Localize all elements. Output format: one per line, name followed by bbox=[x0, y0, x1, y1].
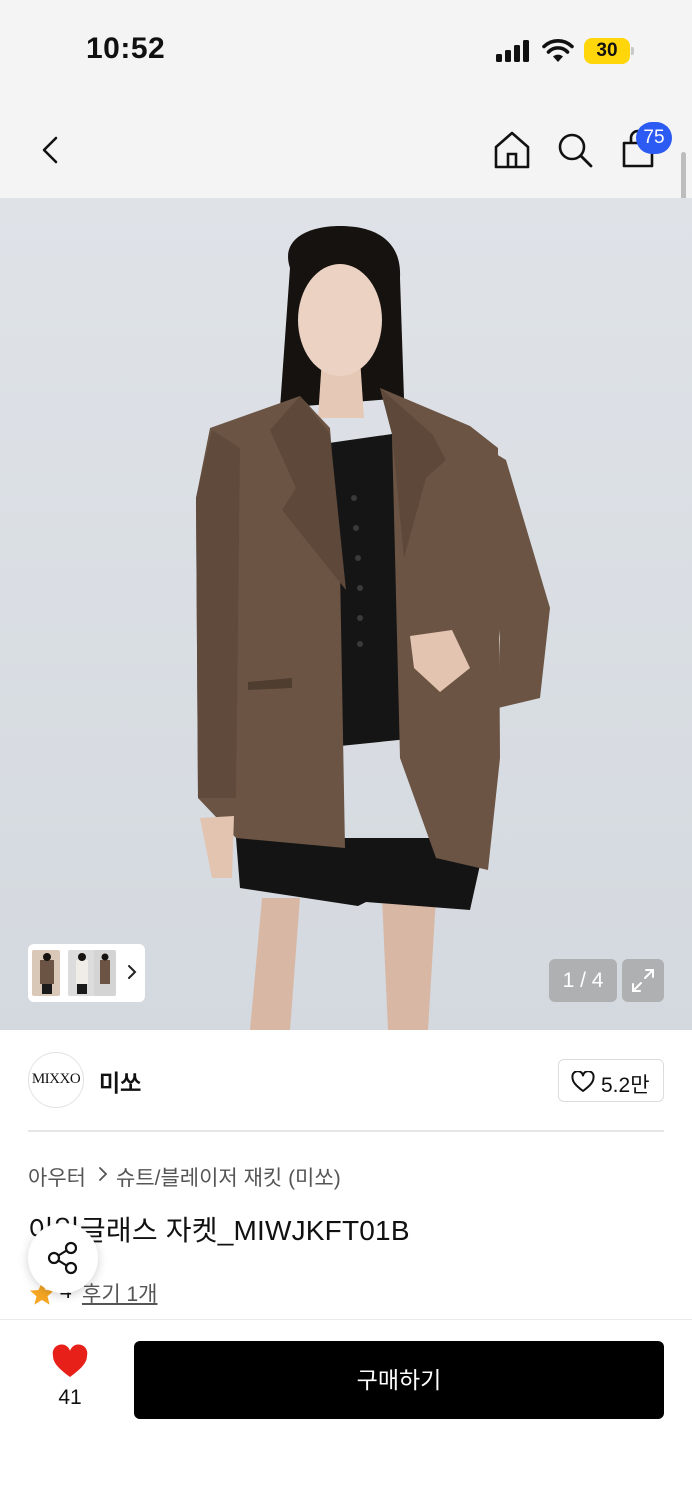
breadcrumb-item[interactable]: 슈트/블레이저 재킷 (미쏘) bbox=[116, 1162, 341, 1192]
back-button[interactable] bbox=[30, 126, 74, 174]
product-image-carousel[interactable]: 1 / 4 bbox=[0, 198, 692, 1030]
image-page-indicator: 1 / 4 bbox=[549, 959, 617, 1002]
breadcrumb-item[interactable]: 아우터 bbox=[28, 1162, 86, 1192]
brand-name[interactable]: 미쏘 bbox=[99, 1064, 141, 1098]
thumbnail-image[interactable] bbox=[94, 950, 116, 996]
expand-button[interactable] bbox=[622, 959, 664, 1002]
thumbnail-strip[interactable] bbox=[28, 944, 145, 1002]
expand-icon bbox=[632, 969, 654, 992]
thumbnail-image[interactable] bbox=[32, 950, 60, 996]
buy-button[interactable]: 구매하기 bbox=[134, 1341, 664, 1419]
status-time: 10:52 bbox=[86, 32, 166, 65]
product-page: 10:52 30 75 1 / 4 MIXXO 미쏘 5.2만 아우터 슈트/블… bbox=[0, 0, 692, 1500]
wish-count: 41 bbox=[58, 1386, 82, 1409]
top-nav-bar bbox=[0, 100, 692, 198]
brand-like-button[interactable]: 5.2만 bbox=[558, 1059, 664, 1102]
share-icon bbox=[47, 1241, 78, 1275]
cellular-signal-icon bbox=[496, 40, 532, 62]
chevron-right-icon bbox=[99, 1167, 108, 1181]
status-bar: 10:52 30 bbox=[0, 0, 692, 100]
cart-count-badge: 75 bbox=[636, 122, 672, 154]
share-button[interactable] bbox=[28, 1223, 98, 1293]
heart-filled-icon[interactable] bbox=[51, 1344, 89, 1380]
divider bbox=[28, 1130, 664, 1132]
battery-level: 30 bbox=[596, 40, 618, 61]
heart-outline-icon bbox=[571, 1071, 595, 1092]
brand-like-count: 5.2만 bbox=[601, 1074, 650, 1097]
chevron-right-icon[interactable] bbox=[125, 962, 139, 982]
search-icon[interactable] bbox=[553, 126, 597, 174]
wifi-icon bbox=[542, 39, 574, 62]
home-icon[interactable] bbox=[490, 126, 534, 174]
thumbnail-image[interactable] bbox=[68, 950, 96, 996]
brand-logo[interactable]: MIXXO bbox=[28, 1052, 84, 1108]
review-count-link[interactable]: 후기 1개 bbox=[82, 1278, 157, 1308]
battery-icon: 30 bbox=[584, 38, 634, 64]
product-photo bbox=[196, 226, 550, 1030]
